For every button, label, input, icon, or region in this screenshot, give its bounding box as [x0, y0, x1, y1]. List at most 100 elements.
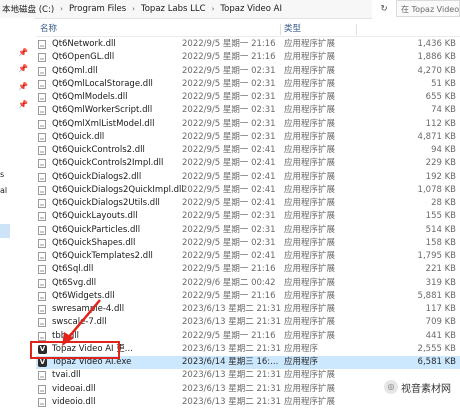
- file-type: 应用程序扩展: [284, 78, 336, 89]
- file-name: Qt6Svg.dll: [52, 277, 97, 288]
- file-row[interactable]: swscale-7.dll 2023/6/13 星期二 21:31 应用程序扩展 70…: [36, 316, 460, 329]
- file-row[interactable]: Qt6QmlWorkerScript.dll 2022/9/5 星期一 02:31…: [36, 104, 460, 117]
- file-row[interactable]: Qt6QuickControls2.dll 2022/9/5 星期一 02:41 应…: [36, 144, 460, 157]
- annotation-highlight-box: [30, 341, 120, 359]
- file-row[interactable]: swresample-4.dll 2023/6/13 星期二 21:31 应用程序扩…: [36, 303, 460, 316]
- file-size: 158 KB: [425, 237, 456, 248]
- file-type: 应用程序扩展: [284, 145, 336, 155]
- file-size: 51 KB: [431, 78, 456, 89]
- file-row[interactable]: Qt6QuickDialogs2.dll 2022/9/5 星期一 02:41 应用…: [36, 171, 460, 184]
- file-type: 应用程序扩展: [284, 184, 336, 195]
- file-size: 5,881 KB: [417, 290, 456, 301]
- file-name: Qt6QuickShapes.dll: [52, 237, 136, 248]
- file-name: tvai.dll: [52, 370, 81, 381]
- file-date: 2022/9/5 星期一 21:16: [182, 290, 276, 301]
- sidebar-selected-item[interactable]: [0, 224, 10, 238]
- file-type: 应用程序扩展: [284, 251, 336, 261]
- dll-file-icon: [38, 331, 47, 342]
- column-type[interactable]: 类型: [284, 22, 301, 36]
- file-type: 应用程序扩展: [284, 383, 336, 394]
- breadcrumb-drive[interactable]: 本地磁盘 (C:): [0, 3, 56, 15]
- pin-icon[interactable]: 📌: [18, 100, 28, 110]
- file-name: swresample-4.dll: [52, 304, 125, 314]
- search-input[interactable]: 在 Topaz Video AI 中: [396, 0, 460, 17]
- exe-app-icon: V: [38, 358, 47, 367]
- file-row[interactable]: Qt6QuickDialogs2QuickImpl.dll 2022/9/5 星期…: [36, 184, 460, 197]
- file-date: 2022/9/5 星期一 02:41: [182, 184, 276, 195]
- file-row[interactable]: Qt6Sql.dll 2022/9/5 星期一 21:16 应用程序扩展 221 KB: [36, 263, 460, 276]
- dll-file-icon: [38, 291, 47, 302]
- file-type: 应用程序扩展: [284, 370, 336, 381]
- file-date: 2022/9/5 星期一 02:31: [182, 92, 276, 102]
- wechat-icon: ◎: [384, 380, 398, 394]
- dll-file-icon: [38, 318, 47, 328]
- file-type: 应用程序扩展: [284, 105, 336, 116]
- pin-icon[interactable]: 📌: [18, 82, 28, 92]
- file-date: 2022/9/5 星期一 21:16: [182, 264, 276, 275]
- watermark: ◎ 视音素材网: [384, 378, 451, 396]
- file-type: 应用程序扩展: [284, 277, 336, 288]
- file-row[interactable]: Qt6QmlLocalStorage.dll 2022/9/5 星期一 02:31…: [36, 78, 460, 91]
- file-row[interactable]: Qt6QuickParticles.dll 2022/9/5 星期一 02:31 应…: [36, 224, 460, 237]
- file-type: 应用程序扩展: [284, 65, 336, 76]
- file-name: Qt6Widgets.dll: [52, 290, 115, 301]
- pin-icon[interactable]: 📌: [18, 64, 28, 74]
- file-row[interactable]: Qt6Qml.dll 2022/9/5 星期一 02:31 应用程序扩展 4,270 …: [36, 65, 460, 78]
- breadcrumb-topaz-video-ai[interactable]: Topaz Video AI: [218, 4, 284, 14]
- file-row[interactable]: Qt6QuickShapes.dll 2022/9/5 星期一 02:31 应用程序…: [36, 237, 460, 250]
- file-name: Qt6QmlLocalStorage.dll: [52, 78, 153, 89]
- column-name[interactable]: 名称: [40, 22, 57, 36]
- sidebar-item-label[interactable]: al: [0, 186, 7, 195]
- file-row[interactable]: Qt6QmlXmlListModel.dll 2022/9/5 星期一 02:31…: [36, 118, 460, 131]
- file-size: 221 KB: [425, 264, 456, 275]
- file-size: 94 KB: [431, 145, 456, 155]
- column-divider[interactable]: [280, 24, 281, 35]
- file-row[interactable]: Qt6QuickDialogs2Utils.dll 2022/9/5 星期一 02…: [36, 197, 460, 210]
- file-row[interactable]: Qt6QmlModels.dll 2022/9/5 星期一 02:31 应用程序扩展…: [36, 91, 460, 104]
- file-type: 应用程序扩展: [284, 224, 336, 235]
- file-type: 应用程序扩展: [284, 264, 336, 275]
- address-bar[interactable]: 本地磁盘 (C:) › Program Files › Topaz Labs L…: [0, 0, 372, 19]
- file-row[interactable]: Qt6Svg.dll 2022/9/6 星期二 00:42 应用程序扩展 319 KB: [36, 277, 460, 290]
- pin-icon[interactable]: 📌: [18, 48, 28, 58]
- file-date: 2022/9/5 星期一 02:41: [182, 158, 276, 169]
- file-date: 2022/9/5 星期一 02:31: [182, 118, 276, 129]
- dll-file-icon: [38, 305, 47, 315]
- file-type: 应用程序: [284, 357, 319, 367]
- sidebar-item-label[interactable]: s: [0, 170, 4, 179]
- file-size: 229 KB: [425, 158, 456, 169]
- navigation-pane: 📌 📌 📌 📌 s al: [0, 18, 34, 400]
- file-name: Qt6QuickDialogs2QuickImpl.dll: [52, 184, 184, 195]
- file-size: 441 KB: [425, 330, 456, 341]
- file-size: 28 KB: [431, 198, 456, 208]
- file-row[interactable]: Qt6QuickLayouts.dll 2022/9/5 星期一 02:31 应用程…: [36, 210, 460, 223]
- file-date: 2023/6/13 星期二 21:31: [182, 304, 281, 314]
- file-row[interactable]: Qt6Quick.dll 2022/9/5 星期一 02:31 应用程序扩展 4,87…: [36, 131, 460, 144]
- file-row[interactable]: Qt6OpenGL.dll 2022/9/5 星期一 21:16 应用程序扩展 1,8…: [36, 51, 460, 64]
- refresh-button[interactable]: ↻: [376, 0, 392, 18]
- breadcrumb-topaz-labs[interactable]: Topaz Labs LLC: [139, 4, 208, 14]
- file-name: Qt6Quick.dll: [52, 131, 105, 142]
- file-row[interactable]: Qt6Network.dll 2022/9/5 星期一 21:16 应用程序扩展 1,…: [36, 38, 460, 51]
- file-row[interactable]: Qt6QuickTemplates2.dll 2022/9/5 星期一 02:41…: [36, 250, 460, 263]
- file-row[interactable]: Qt6Widgets.dll 2022/9/5 星期一 21:16 应用程序扩展 5,…: [36, 290, 460, 303]
- dll-file-icon: [38, 53, 47, 63]
- dll-file-icon: [38, 40, 47, 50]
- dll-file-icon: [38, 66, 47, 77]
- file-type: 应用程序扩展: [284, 198, 336, 208]
- file-size: 74 KB: [431, 105, 456, 116]
- file-date: 2022/9/5 星期一 02:41: [182, 198, 276, 208]
- file-row[interactable]: videoio.dll 2023/6/13 星期二 21:31 应用程序扩展: [36, 396, 460, 409]
- file-type: 应用程序扩展: [284, 171, 336, 182]
- column-divider[interactable]: [356, 24, 357, 35]
- file-date: 2023/6/14 星期三 16:...: [182, 357, 279, 367]
- dll-file-icon: [38, 397, 47, 408]
- chevron-right-icon: ›: [211, 5, 215, 13]
- breadcrumb-program-files[interactable]: Program Files: [67, 4, 128, 14]
- refresh-icon: ↻: [380, 4, 388, 14]
- file-date: 2022/9/5 星期一 02:31: [182, 131, 276, 142]
- file-name: Qt6QuickDialogs2.dll: [52, 171, 142, 182]
- file-name: Qt6QmlXmlListModel.dll: [52, 118, 155, 129]
- file-row[interactable]: Qt6QuickControls2Impl.dll 2022/9/5 星期一 02…: [36, 157, 460, 170]
- file-date: 2022/9/5 星期一 02:31: [182, 224, 276, 235]
